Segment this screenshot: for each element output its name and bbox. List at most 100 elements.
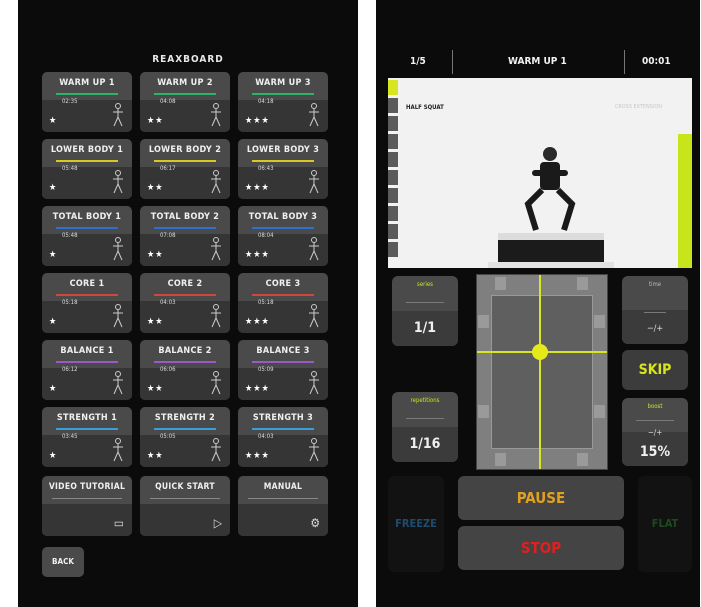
category-color-bar bbox=[56, 361, 118, 363]
workout-title: WARM UP 1 bbox=[508, 56, 567, 67]
workout-tile[interactable]: CORE 2 04:03 ★★ bbox=[140, 273, 230, 333]
stop-button[interactable]: STOP bbox=[458, 526, 624, 570]
exercise-figure-icon bbox=[113, 103, 123, 127]
flat-button[interactable]: FLAT bbox=[638, 476, 692, 572]
category-color-bar bbox=[56, 428, 118, 430]
progress-step bbox=[388, 80, 398, 95]
difficulty-stars: ★★★ bbox=[245, 317, 270, 327]
progress-step bbox=[388, 224, 398, 239]
exercise-figure-icon bbox=[309, 237, 319, 261]
utility-tile[interactable]: QUICK START ▷ bbox=[140, 476, 230, 536]
workout-tile-title: BALANCE 3 bbox=[256, 346, 310, 356]
category-color-bar bbox=[252, 160, 314, 162]
progress-step bbox=[388, 188, 398, 203]
exercise-progress: 1/5 bbox=[410, 56, 426, 67]
difficulty-stars: ★★★ bbox=[245, 250, 270, 260]
difficulty-stars: ★★ bbox=[147, 451, 164, 461]
plyo-box bbox=[498, 240, 604, 262]
difficulty-stars: ★ bbox=[49, 384, 58, 394]
workout-tile[interactable]: TOTAL BODY 3 08:04 ★★★ bbox=[238, 206, 328, 266]
exercise-figure-icon bbox=[309, 304, 319, 328]
workout-player-screen: 1/5 WARM UP 1 00:01 HALF SQUAT CROSS EXT… bbox=[376, 0, 700, 607]
workout-tile[interactable]: LOWER BODY 3 06:43 ★★★ bbox=[238, 139, 328, 199]
workout-duration: 04:03 bbox=[160, 299, 176, 306]
category-color-bar bbox=[56, 160, 118, 162]
difficulty-stars: ★ bbox=[49, 116, 58, 126]
exercise-figure-icon bbox=[211, 438, 221, 462]
time-adjust-icon[interactable]: −/+ bbox=[622, 324, 688, 334]
back-button[interactable]: BACK bbox=[42, 547, 84, 577]
exercise-figure-icon bbox=[309, 170, 319, 194]
boost-panel: boost −∕+ 15% bbox=[622, 398, 688, 466]
workout-duration: 05:48 bbox=[62, 232, 78, 239]
repetitions-label: repetitions bbox=[410, 397, 440, 404]
category-color-bar bbox=[154, 294, 216, 296]
player-topbar: 1/5 WARM UP 1 00:01 bbox=[376, 44, 700, 78]
progress-step bbox=[388, 170, 398, 185]
time-panel: time −/+ bbox=[622, 276, 688, 344]
boost-value: 15% bbox=[639, 444, 671, 460]
athlete-figure bbox=[524, 147, 576, 231]
workout-duration: 08:04 bbox=[258, 232, 274, 239]
workout-duration: 05:18 bbox=[62, 299, 78, 306]
utility-tile-title: QUICK START bbox=[155, 482, 215, 492]
exercise-figure-icon bbox=[309, 103, 319, 127]
freeze-button[interactable]: FREEZE bbox=[388, 476, 444, 572]
workout-duration: 06:12 bbox=[62, 366, 78, 373]
pause-button[interactable]: PAUSE bbox=[458, 476, 624, 520]
skip-button[interactable]: SKIP bbox=[622, 350, 688, 390]
workout-tile-title: WARM UP 1 bbox=[59, 78, 115, 88]
workout-tile[interactable]: STRENGTH 3 04:03 ★★★ bbox=[238, 407, 328, 467]
boost-adjust-icon[interactable]: −∕+ bbox=[622, 428, 688, 437]
utility-tile[interactable]: VIDEO TUTORIAL ▭ bbox=[42, 476, 132, 536]
category-color-bar bbox=[154, 227, 216, 229]
utility-tile[interactable]: MANUAL ⚙ bbox=[238, 476, 328, 536]
workout-tile[interactable]: LOWER BODY 2 06:17 ★★ bbox=[140, 139, 230, 199]
workout-tile[interactable]: STRENGTH 2 05:05 ★★ bbox=[140, 407, 230, 467]
progress-step bbox=[388, 116, 398, 131]
series-panel: series 1/1 bbox=[392, 276, 458, 346]
exercise-figure-icon bbox=[211, 371, 221, 395]
workout-tile[interactable]: CORE 1 05:18 ★ bbox=[42, 273, 132, 333]
category-color-bar bbox=[252, 361, 314, 363]
difficulty-stars: ★ bbox=[49, 250, 58, 260]
category-color-bar bbox=[252, 428, 314, 430]
position-marker[interactable] bbox=[532, 344, 548, 360]
workout-duration: 05:05 bbox=[160, 433, 176, 440]
difficulty-stars: ★★★ bbox=[245, 116, 270, 126]
exercise-progress-steps bbox=[388, 80, 398, 260]
workout-tile-title: CORE 2 bbox=[167, 279, 203, 289]
board-position-pad[interactable] bbox=[476, 274, 608, 470]
reaxboard-logo: REAXBOARD bbox=[152, 54, 224, 65]
exercise-figure-icon bbox=[211, 304, 221, 328]
progress-step bbox=[388, 242, 398, 257]
workout-tile[interactable]: BALANCE 3 05:09 ★★★ bbox=[238, 340, 328, 400]
series-label: series bbox=[417, 281, 433, 288]
workout-duration: 02:35 bbox=[62, 98, 78, 105]
difficulty-stars: ★ bbox=[49, 317, 58, 327]
workout-tile[interactable]: WARM UP 3 04:18 ★★★ bbox=[238, 72, 328, 132]
workout-tile[interactable]: TOTAL BODY 2 07:08 ★★ bbox=[140, 206, 230, 266]
workout-tile[interactable]: BALANCE 1 06:12 ★ bbox=[42, 340, 132, 400]
exercise-figure-icon bbox=[211, 103, 221, 127]
workout-tile[interactable]: WARM UP 2 04:08 ★★ bbox=[140, 72, 230, 132]
workout-tile[interactable]: TOTAL BODY 1 05:48 ★ bbox=[42, 206, 132, 266]
workout-tile[interactable]: CORE 3 05:18 ★★★ bbox=[238, 273, 328, 333]
workout-tile-title: LOWER BODY 1 bbox=[50, 145, 124, 155]
workout-tile[interactable]: LOWER BODY 1 05:48 ★ bbox=[42, 139, 132, 199]
exercise-figure-icon bbox=[211, 237, 221, 261]
category-color-bar bbox=[252, 294, 314, 296]
floor-shadow bbox=[488, 262, 614, 268]
progress-step bbox=[388, 152, 398, 167]
difficulty-stars: ★★ bbox=[147, 317, 164, 327]
workout-duration: 03:45 bbox=[62, 433, 78, 440]
workout-tile[interactable]: BALANCE 2 06:06 ★★ bbox=[140, 340, 230, 400]
workout-tile[interactable]: STRENGTH 1 03:45 ★ bbox=[42, 407, 132, 467]
workout-menu-screen: REAXBOARD WARM UP 1 02:35 ★ WARM UP 2 04:08 ★… bbox=[18, 0, 358, 607]
exercise-figure-icon bbox=[309, 438, 319, 462]
workout-tile-title: WARM UP 3 bbox=[255, 78, 311, 88]
workout-tile-title: STRENGTH 3 bbox=[252, 413, 314, 423]
workout-duration: 05:48 bbox=[62, 165, 78, 172]
category-color-bar bbox=[56, 93, 118, 95]
workout-tile[interactable]: WARM UP 1 02:35 ★ bbox=[42, 72, 132, 132]
